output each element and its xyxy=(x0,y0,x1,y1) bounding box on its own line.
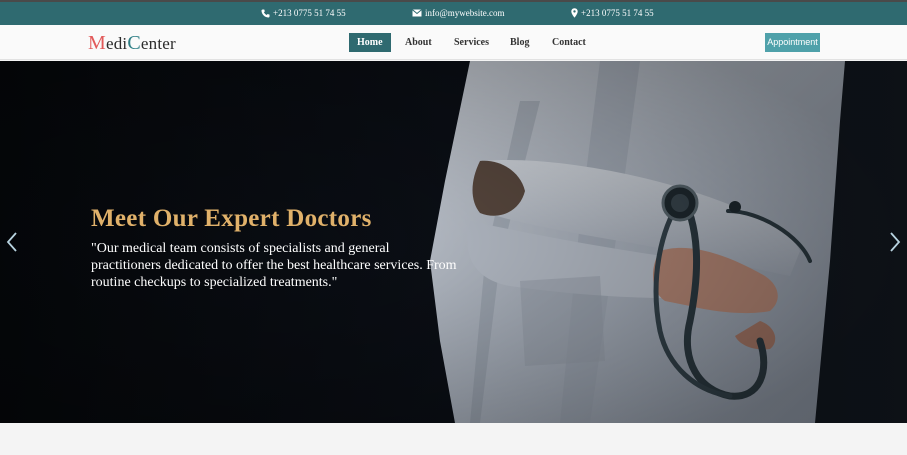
topbar-phone-text: +213 0775 51 74 55 xyxy=(273,8,346,18)
nav-blog[interactable]: Blog xyxy=(510,33,529,52)
nav-about[interactable]: About xyxy=(405,33,432,52)
phone-icon xyxy=(261,8,270,18)
nav-home[interactable]: Home xyxy=(349,33,391,52)
topbar-phone-right[interactable]: +213 0775 51 74 55 xyxy=(571,8,654,18)
slider-next-button[interactable] xyxy=(888,232,902,252)
chevron-left-icon xyxy=(5,232,19,256)
map-pin-icon xyxy=(571,8,578,18)
topbar-phone-left[interactable]: +213 0775 51 74 55 xyxy=(261,8,346,18)
top-contact-bar: +213 0775 51 74 55 info@mywebsite.com +2… xyxy=(0,0,907,25)
logo-initial-c: C xyxy=(127,32,141,54)
topbar-phone-right-text: +213 0775 51 74 55 xyxy=(581,8,654,18)
appointment-button[interactable]: Appointment xyxy=(765,33,820,52)
hero-slider: Meet Our Expert Doctors "Our medical tea… xyxy=(0,61,907,423)
logo-initial-m: M xyxy=(88,32,106,54)
main-navbar: MediCenter Home About Services Blog Cont… xyxy=(0,25,907,60)
logo-text-edi: edi xyxy=(105,34,128,53)
topbar-email-text: info@mywebsite.com xyxy=(425,8,505,18)
hero-title: Meet Our Expert Doctors xyxy=(91,205,372,232)
nav-contact[interactable]: Contact xyxy=(552,33,586,52)
page-content-start xyxy=(0,423,907,455)
logo-text-enter: enter xyxy=(140,34,176,53)
topbar-email[interactable]: info@mywebsite.com xyxy=(412,8,505,18)
envelope-icon xyxy=(412,9,422,17)
hero-description: "Our medical team consists of specialist… xyxy=(91,241,457,290)
nav-services[interactable]: Services xyxy=(454,33,489,52)
slider-prev-button[interactable] xyxy=(5,232,19,252)
chevron-right-icon xyxy=(888,232,902,256)
site-logo[interactable]: MediCenter xyxy=(88,32,176,55)
